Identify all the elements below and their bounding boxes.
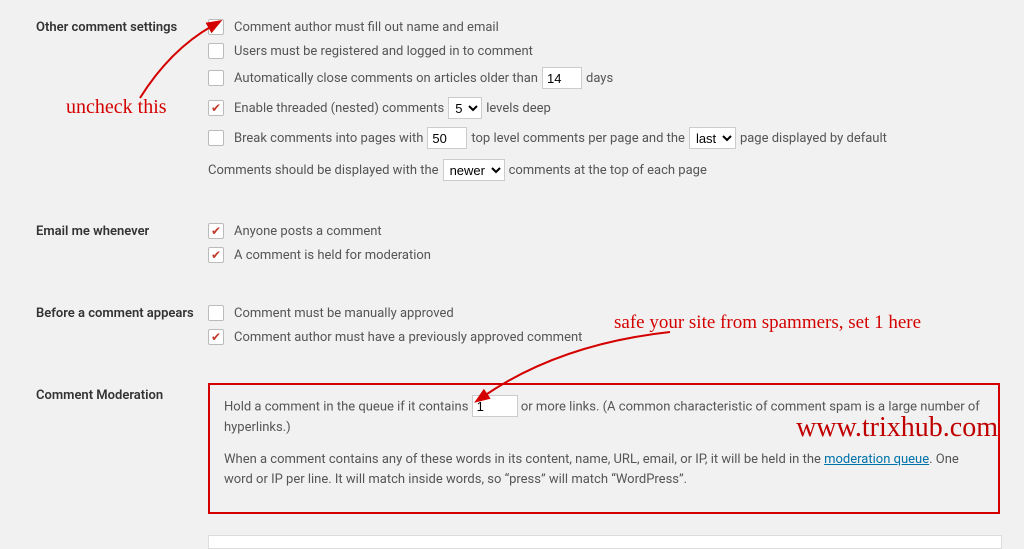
input-max-links[interactable] [472, 395, 518, 417]
label-email-anyone: Anyone posts a comment [234, 224, 382, 239]
label-prev-approved: Comment author must have a previously ap… [234, 330, 582, 345]
label-order-pre: Comments should be displayed with the [208, 163, 439, 178]
link-moderation-queue[interactable]: moderation queue [824, 452, 929, 467]
input-perpage[interactable] [427, 127, 467, 149]
label-name-email: Comment author must fill out name and em… [234, 20, 499, 35]
mod-p1-pre: Hold a comment in the queue if it contai… [224, 400, 468, 415]
checkbox-email-anyone[interactable] [208, 223, 224, 239]
select-lastfirst[interactable]: last [689, 127, 736, 149]
checkbox-threaded[interactable] [208, 100, 224, 116]
checkbox-prev-approved[interactable] [208, 329, 224, 345]
checkbox-manual-approve[interactable] [208, 305, 224, 321]
moderation-keys-textarea[interactable] [208, 535, 1002, 549]
discussion-settings-table: Other comment settings Comment author mu… [0, 0, 1024, 529]
label-registered: Users must be registered and logged in t… [234, 44, 533, 59]
label-email-held: A comment is held for moderation [234, 248, 431, 263]
select-order[interactable]: newer [443, 159, 505, 181]
moderation-highlight-box: Hold a comment in the queue if it contai… [208, 383, 1000, 514]
checkbox-registered[interactable] [208, 43, 224, 59]
checkbox-paginate[interactable] [208, 130, 224, 146]
select-thread-levels[interactable]: 5 [448, 97, 482, 119]
checkbox-email-held[interactable] [208, 247, 224, 263]
checkbox-autoclose[interactable] [208, 70, 224, 86]
checkbox-name-email[interactable] [208, 19, 224, 35]
label-autoclose-pre: Automatically close comments on articles… [234, 71, 538, 86]
label-threaded-post: levels deep [486, 101, 551, 116]
section-heading-before: Before a comment appears [0, 286, 208, 368]
label-autoclose-post: days [586, 71, 613, 86]
label-paginate-mid: top level comments per page and the [471, 131, 685, 146]
label-order-post: comments at the top of each page [509, 163, 707, 178]
input-autoclose-days[interactable] [542, 67, 582, 89]
mod-p2-pre: When a comment contains any of these wor… [224, 452, 824, 467]
section-heading-moderation: Comment Moderation [0, 368, 208, 529]
label-manual-approve: Comment must be manually approved [234, 306, 454, 321]
section-heading-email: Email me whenever [0, 204, 208, 286]
section-heading-other: Other comment settings [0, 0, 208, 204]
label-paginate-pre: Break comments into pages with [234, 131, 423, 146]
label-threaded-pre: Enable threaded (nested) comments [234, 101, 444, 116]
label-paginate-post: page displayed by default [740, 131, 887, 146]
